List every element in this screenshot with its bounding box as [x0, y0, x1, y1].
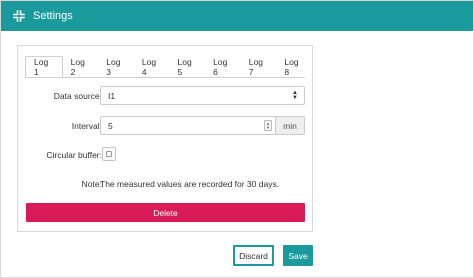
delete-button[interactable]: Delete [26, 203, 305, 222]
tab-log-7[interactable]: Log 7 [241, 56, 277, 78]
log-tabs: Log 1 Log 2 Log 3 Log 4 Log 5 Log 6 Log … [25, 56, 312, 78]
tab-log-2[interactable]: Log 2 [63, 56, 99, 78]
interval-value: 5 [108, 120, 113, 131]
interval-unit: min [276, 116, 305, 135]
save-button[interactable]: Save [283, 245, 313, 266]
circular-buffer-label: Circular buffer: [46, 150, 102, 160]
discard-button[interactable]: Discard [233, 245, 274, 266]
tab-log-4[interactable]: Log 4 [134, 56, 170, 78]
select-caret-icon: ▲ ▼ [292, 90, 298, 101]
interval-input[interactable]: 5 ▲ ▼ [100, 116, 276, 135]
data-source-value: I1 [108, 90, 116, 101]
spinner-arrows-icon[interactable]: ▲ ▼ [264, 120, 272, 131]
tab-log-6[interactable]: Log 6 [205, 56, 241, 78]
interval-label: Interval: [71, 121, 102, 131]
tab-log-3[interactable]: Log 3 [98, 56, 134, 78]
collapse-arrows-icon[interactable] [13, 10, 25, 22]
circular-buffer-checkbox[interactable] [102, 147, 116, 161]
data-source-select[interactable]: I1 ▲ ▼ [100, 86, 305, 105]
title-bar: Settings [1, 1, 473, 31]
tabs-divider [25, 77, 305, 78]
tab-log-5[interactable]: Log 5 [170, 56, 206, 78]
window-title: Settings [33, 10, 73, 22]
settings-window: Settings Log 1 Log 2 Log 3 Log 4 Log 5 L… [0, 0, 474, 278]
data-source-label: Data source: [53, 91, 102, 101]
tab-log-1[interactable]: Log 1 [25, 56, 63, 78]
log-settings-panel: Log 1 Log 2 Log 3 Log 4 Log 5 Log 6 Log … [17, 45, 313, 232]
note-text: The measured values are recorded for 30 … [100, 179, 280, 189]
note-label: Note: [81, 179, 102, 189]
checkbox-box-icon [106, 151, 112, 157]
tab-log-8[interactable]: Log 8 [276, 56, 312, 78]
